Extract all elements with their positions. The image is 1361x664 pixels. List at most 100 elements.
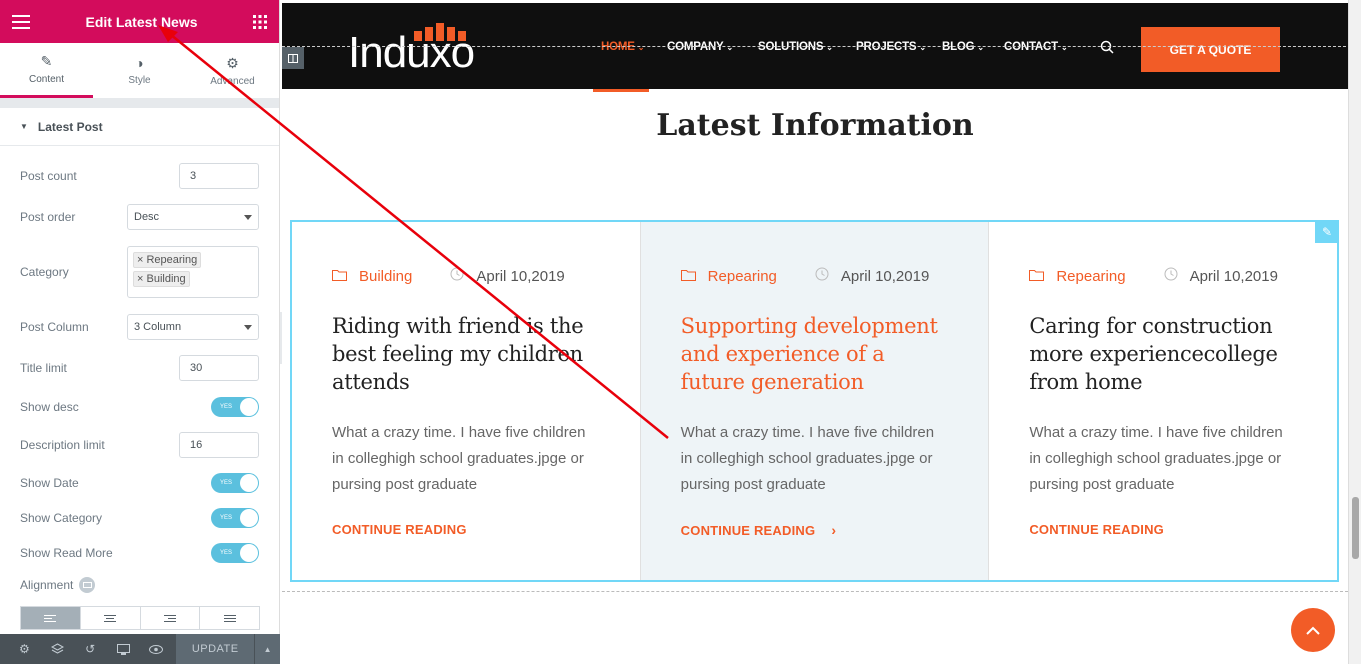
scrollbar-thumb[interactable] (1352, 497, 1359, 559)
dropdown-arrow-icon (244, 324, 252, 330)
edit-section-handle[interactable] (282, 47, 304, 69)
post-date: April 10,2019 (1164, 267, 1278, 285)
menu-item-label: COMPANY (667, 41, 724, 53)
alignment-choices (20, 606, 260, 630)
show-read-more-toggle[interactable]: YES (211, 543, 259, 563)
edit-widget-handle[interactable]: ✎ (1315, 220, 1339, 243)
show-desc-label: Show desc (20, 400, 79, 414)
continue-reading-label: CONTINUE READING (680, 522, 816, 538)
menu-item-blog[interactable]: BLOG ⌄ (942, 41, 984, 53)
show-read-more-row: Show Read More YES (20, 543, 259, 563)
post-title[interactable]: Supporting development and experience of… (681, 312, 949, 396)
logo-factory-icon (414, 23, 466, 41)
post-order-select[interactable]: Desc (127, 204, 259, 230)
menu-item-company[interactable]: COMPANY ⌄ (667, 41, 733, 53)
history-icon[interactable]: ↺ (74, 642, 107, 656)
panel-header: Edit Latest News (0, 0, 279, 43)
post-category-link[interactable]: Repearing (708, 268, 777, 285)
chevron-up-icon: ▲ (263, 644, 272, 654)
align-justify-icon (223, 614, 236, 622)
post-order-row: Post order Desc (20, 204, 259, 230)
description-limit-input[interactable]: 16 (179, 432, 259, 458)
panel-footer: ⚙ ↺ UPDATE ▲ (0, 634, 280, 664)
align-left-button[interactable] (21, 607, 81, 629)
category-chip[interactable]: × Repearing (133, 252, 202, 268)
post-count-row: Post count 3 (20, 163, 259, 189)
heading-light: Latest (656, 108, 761, 143)
toggle-state: YES (220, 480, 233, 486)
settings-gear-icon[interactable]: ⚙ (8, 642, 41, 656)
pencil-icon: ✎ (1321, 224, 1333, 239)
show-read-more-label: Show Read More (20, 546, 113, 560)
post-column-select[interactable]: 3 Column (127, 314, 259, 340)
editor-panel: Edit Latest News ✎ Content ◑ Style ⚙ Adv… (0, 0, 280, 664)
panel-tabs: ✎ Content ◑ Style ⚙ Advanced (0, 43, 279, 98)
post-date: April 10,2019 (450, 267, 565, 285)
gear-icon: ⚙ (226, 54, 239, 71)
search-icon[interactable] (1100, 40, 1114, 59)
show-category-toggle[interactable]: YES (211, 508, 259, 528)
post-title[interactable]: Riding with friend is the best feeling m… (332, 312, 600, 396)
post-excerpt: What a crazy time. I have five children … (680, 424, 935, 493)
tab-content[interactable]: ✎ Content (0, 43, 93, 98)
category-multiselect[interactable]: × Repearing × Building (127, 246, 259, 298)
folder-icon (332, 268, 347, 285)
post-count-input[interactable]: 3 (179, 163, 259, 189)
pencil-icon: ✎ (40, 53, 53, 69)
menu-item-projects[interactable]: PROJECTS ⌄ (856, 41, 926, 53)
latest-news-widget[interactable]: Building April 10,2019 Riding with frien… (290, 220, 1339, 582)
get-a-quote-button[interactable]: GET A QUOTE (1141, 27, 1280, 72)
post-order-label: Post order (20, 210, 76, 224)
tab-advanced[interactable]: ⚙ Advanced (186, 43, 279, 98)
post-date-text: April 10,2019 (1189, 267, 1278, 285)
post-meta: Building April 10,2019 (332, 266, 600, 286)
category-chip-label: Repearing (146, 254, 198, 266)
responsive-monitor-icon[interactable] (79, 577, 96, 593)
widgets-grid-icon[interactable] (253, 14, 267, 29)
section-latest-post[interactable]: ▼ Latest Post (0, 108, 279, 146)
align-center-button[interactable] (81, 607, 141, 629)
navigator-layers-icon[interactable] (41, 643, 74, 655)
page-scrollbar[interactable] (1348, 0, 1361, 664)
show-category-row: Show Category YES (20, 508, 259, 528)
continue-reading-label: CONTINUE READING (332, 522, 467, 537)
category-label: Category (20, 265, 69, 279)
menu-item-contact[interactable]: CONTACT ⌄ (1004, 41, 1068, 53)
responsive-mode-icon[interactable] (107, 643, 140, 655)
tab-style[interactable]: ◑ Style (93, 43, 186, 98)
menu-item-solutions[interactable]: SOLUTIONS ⌄ (758, 41, 833, 53)
page-preview: Induxo HOME ⌄ COMPANY ⌄ SOLUTIONS ⌄ PROJECT… (282, 0, 1361, 664)
show-desc-toggle[interactable]: YES (211, 397, 259, 417)
align-justify-button[interactable] (200, 607, 259, 629)
post-meta: Repearing April 10,2019 (680, 266, 949, 286)
save-options-button[interactable]: ▲ (254, 634, 280, 664)
show-date-toggle[interactable]: YES (211, 473, 259, 493)
continue-reading-link[interactable]: CONTINUE READING › (681, 522, 837, 538)
title-limit-input[interactable]: 30 (179, 355, 259, 381)
post-excerpt: What a crazy time. I have five children … (332, 424, 586, 493)
post-meta: Repearing April 10,2019 (1029, 266, 1297, 286)
menu-item-label: CONTACT (1004, 41, 1058, 53)
category-row: Category × Repearing × Building (20, 246, 259, 298)
hamburger-menu-icon[interactable] (12, 14, 30, 29)
post-category-link[interactable]: Repearing (1056, 268, 1125, 285)
folder-icon (1029, 268, 1045, 285)
tab-style-label: Style (128, 75, 151, 86)
category-chip[interactable]: × Building (133, 271, 190, 287)
show-date-label: Show Date (20, 476, 79, 490)
post-column-label: Post Column (20, 320, 89, 334)
update-button[interactable]: UPDATE (176, 634, 255, 664)
back-to-top-button[interactable] (1291, 608, 1335, 652)
align-right-button[interactable] (141, 607, 201, 629)
post-date: April 10,2019 (815, 267, 929, 285)
menu-item-label: SOLUTIONS (758, 41, 824, 53)
continue-reading-link[interactable]: CONTINUE READING (1029, 522, 1164, 537)
post-title[interactable]: Caring for construction more experiencec… (1029, 312, 1297, 396)
preview-eye-icon[interactable] (140, 644, 173, 654)
continue-reading-link[interactable]: CONTINUE READING (332, 522, 467, 537)
tab-advanced-label: Advanced (210, 75, 255, 87)
chevron-down-icon: ⌄ (637, 42, 645, 52)
post-category-link[interactable]: Building (359, 268, 412, 285)
align-center-icon (104, 614, 117, 622)
menu-item-home[interactable]: HOME ⌄ (601, 41, 644, 53)
